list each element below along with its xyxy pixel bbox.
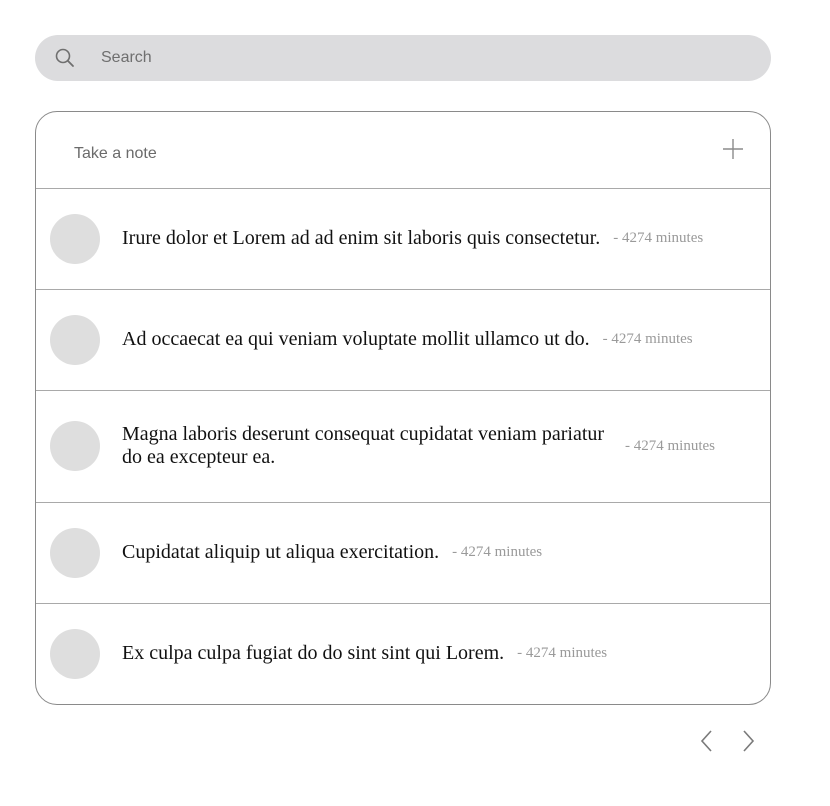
note-item[interactable]: Ad occaecat ea qui veniam voluptate moll… <box>36 290 770 391</box>
search-input[interactable] <box>101 35 741 81</box>
avatar <box>50 214 100 264</box>
note-item[interactable]: Ex culpa culpa fugiat do do sint sint qu… <box>36 604 770 704</box>
avatar <box>50 315 100 365</box>
note-text: Ad occaecat ea qui veniam voluptate moll… <box>122 328 590 350</box>
note-timestamp: - 4274 minutes <box>602 331 693 347</box>
note-timestamp: - 4274 minutes <box>625 437 715 454</box>
note-timestamp: - 4274 minutes <box>517 645 608 661</box>
chevron-left-icon[interactable] <box>696 729 718 753</box>
avatar <box>50 528 100 578</box>
notes-card: Take a note Irure dolor et Lorem ad ad e… <box>35 111 771 705</box>
note-text: Magna laboris deserunt consequat cupidat… <box>122 423 605 468</box>
avatar <box>50 421 100 471</box>
note-text: Ex culpa culpa fugiat do do sint sint qu… <box>122 642 505 664</box>
note-timestamp: - 4274 minutes <box>452 544 543 560</box>
search-bar[interactable] <box>35 35 771 81</box>
avatar <box>50 629 100 679</box>
note-composer[interactable]: Take a note <box>36 112 770 189</box>
search-icon <box>54 47 76 69</box>
note-item[interactable]: Cupidatat aliquip ut aliqua exercitation… <box>36 503 770 604</box>
plus-icon[interactable] <box>722 138 744 160</box>
note-input-placeholder[interactable]: Take a note <box>74 145 157 163</box>
note-text: Irure dolor et Lorem ad ad enim sit labo… <box>122 227 601 249</box>
note-text: Cupidatat aliquip ut aliqua exercitation… <box>122 541 440 563</box>
note-item[interactable]: Irure dolor et Lorem ad ad enim sit labo… <box>36 189 770 290</box>
chevron-right-icon[interactable] <box>738 729 760 753</box>
note-timestamp: - 4274 minutes <box>613 230 704 246</box>
note-item[interactable]: Magna laboris deserunt consequat cupidat… <box>36 391 770 503</box>
